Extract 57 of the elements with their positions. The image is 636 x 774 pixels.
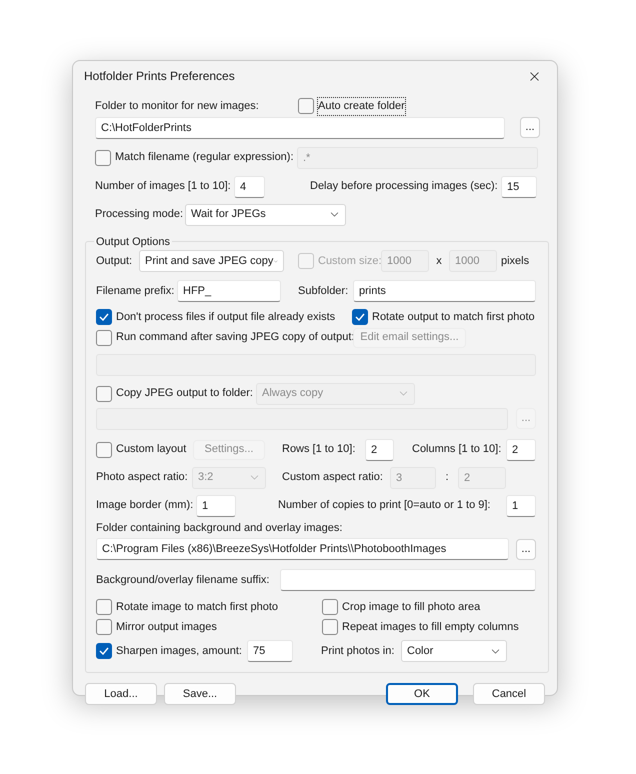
- checkmark-icon: [99, 313, 109, 322]
- unit-label: pixels: [501, 254, 530, 269]
- field-label: Print photos in:: [321, 644, 396, 659]
- checkbox[interactable]: Auto create folder: [298, 98, 405, 114]
- checkbox[interactable]: Run command after saving JPEG copy of output:: [96, 329, 353, 346]
- checkbox[interactable]: Crop image to fill photo area: [322, 599, 536, 616]
- input-field[interactable]: 4: [234, 176, 265, 198]
- checkbox[interactable]: Match filename (regular expression):: [95, 149, 297, 166]
- browse-button[interactable]: ...: [516, 538, 536, 560]
- checkbox[interactable]: Rotate output to match first photo: [352, 309, 535, 326]
- field-label: Filename prefix:: [96, 284, 176, 299]
- input-field[interactable]: 2: [506, 438, 536, 460]
- field-label: Delay before processing images (sec):: [310, 179, 499, 194]
- checkmark-icon: [99, 647, 109, 655]
- field-label: Image border (mm):: [96, 498, 194, 514]
- field-label: Custom aspect ratio:: [282, 470, 384, 486]
- group-title: Output Options: [95, 234, 171, 250]
- dialog-button[interactable]: Load...: [85, 683, 157, 705]
- dropdown[interactable]: Wait for JPEGs: [185, 204, 346, 226]
- dialog-button[interactable]: Cancel: [473, 683, 545, 705]
- field-label: Subfolder:: [298, 284, 350, 299]
- dropdown[interactable]: Color: [401, 640, 507, 662]
- folder-field[interactable]: C:\Program Files (x86)\BreezeSys\Hotfolder Prints\\PhotoboothImages: [96, 538, 509, 560]
- browse-button[interactable]: ...: [520, 117, 540, 138]
- checkbox[interactable]: Rotate image to match first photo: [96, 599, 322, 616]
- window-title: Hotfolder Prints Preferences: [84, 68, 235, 85]
- input-field[interactable]: 2: [365, 438, 394, 460]
- field-label: Background/overlay filename suffix:: [96, 572, 270, 588]
- separator-label: :: [444, 470, 450, 486]
- checkbox[interactable]: Mirror output images: [96, 618, 322, 635]
- field-label: Columns [1 to 10]:: [412, 442, 502, 458]
- checkbox[interactable]: Copy JPEG output to folder:: [96, 385, 256, 402]
- field-label: Output:: [96, 254, 134, 269]
- checkbox[interactable]: Sharpen images, amount:: [96, 642, 247, 660]
- field-label: Processing mode:: [95, 207, 184, 222]
- checkbox[interactable]: Custom layout: [96, 441, 193, 458]
- field-label: Number of images [1 to 10]:: [95, 179, 232, 194]
- field-label: Number of copies to print [0=auto or 1 to 9]:: [278, 498, 492, 514]
- input-field[interactable]: 75: [247, 640, 293, 662]
- input-field[interactable]: prints: [353, 280, 536, 302]
- checkbox[interactable]: Don't process files if output file already exists: [96, 309, 352, 326]
- input-field[interactable]: [280, 569, 536, 591]
- checkbox[interactable]: Repeat images to fill empty columns: [322, 618, 536, 635]
- field-label: Photo aspect ratio:: [96, 470, 189, 486]
- input-field[interactable]: C:\HotFolderPrints: [95, 116, 505, 138]
- separator-label: x: [435, 254, 443, 269]
- field-label: Folder containing background and overlay images:: [96, 520, 342, 536]
- field-label: Folder to monitor for new images:: [95, 99, 260, 114]
- dialog-button[interactable]: Save...: [164, 683, 236, 705]
- field-label: Rows [1 to 10]:: [282, 442, 356, 458]
- dialog-button[interactable]: OK: [386, 683, 458, 705]
- input-field[interactable]: 15: [501, 176, 537, 198]
- input-field[interactable]: 1: [196, 494, 236, 516]
- input-field[interactable]: HFP_: [177, 280, 281, 302]
- checkmark-icon: [355, 313, 365, 322]
- dropdown[interactable]: Print and save JPEG copy: [139, 250, 284, 272]
- input-field[interactable]: 1: [506, 494, 536, 516]
